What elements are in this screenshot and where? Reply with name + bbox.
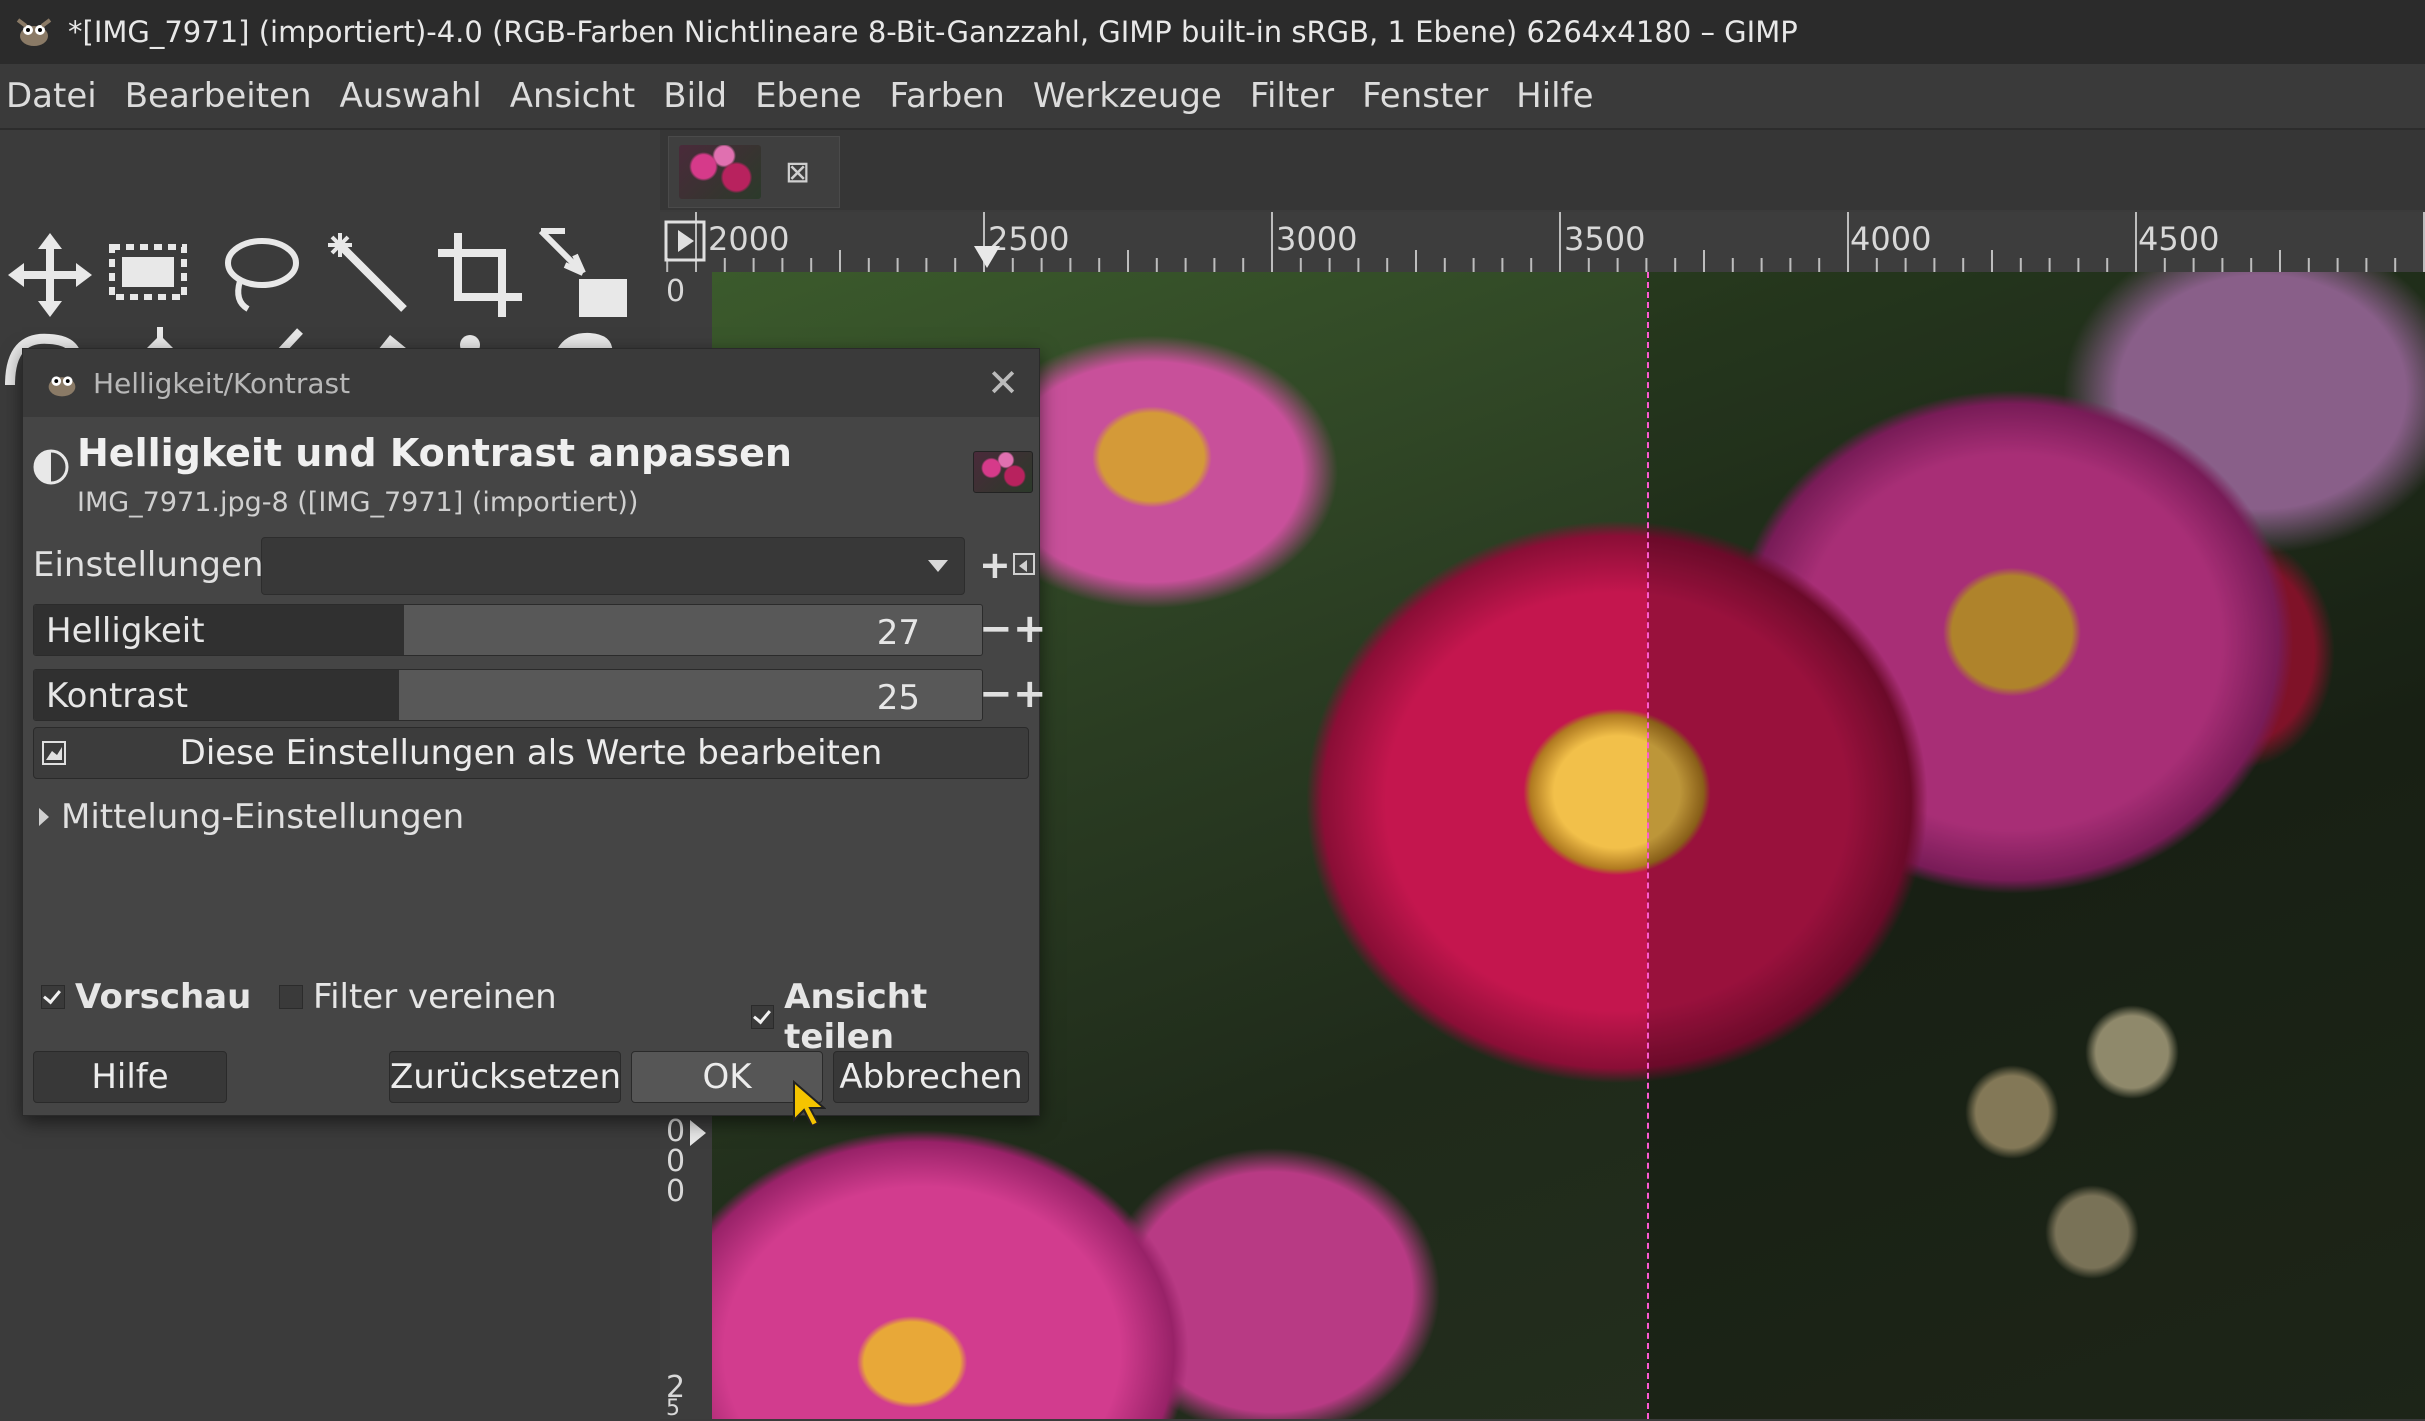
slider-value: 25 — [876, 678, 920, 718]
checkbox-unchecked-icon — [279, 985, 303, 1009]
ruler-label: 3000 — [1276, 220, 1358, 258]
slider-label: Helligkeit — [46, 611, 205, 651]
minus-icon[interactable]: − — [979, 672, 1013, 716]
image-tab-strip: ⊠ — [660, 130, 2425, 210]
add-preset-icon[interactable]: + — [979, 543, 1011, 587]
split-view-guide[interactable] — [1647, 272, 1649, 1419]
menu-fenster[interactable]: Fenster — [1348, 64, 1502, 128]
image-thumbnail — [679, 145, 761, 199]
quick-mask-toggle[interactable] — [662, 216, 708, 266]
chevron-right-icon — [39, 808, 49, 826]
slider-label: Kontrast — [46, 676, 189, 716]
split-view-label: Ansicht teilen — [784, 977, 928, 1057]
ruler-label: 4500 — [2138, 220, 2220, 258]
preview-checkbox[interactable]: Vorschau — [41, 977, 251, 1017]
ruler-label: 5 — [666, 1396, 680, 1421]
checkbox-checked-icon — [41, 985, 65, 1009]
preview-label: Vorschau — [75, 977, 252, 1017]
ruler-label: 0 — [666, 1174, 686, 1209]
menu-farben[interactable]: Farben — [876, 64, 1019, 128]
slider-value: 27 — [876, 613, 920, 653]
merge-filter-label: Filter vereinen — [313, 977, 557, 1017]
blending-options-expander[interactable]: Mittelung-Einstellungen — [39, 797, 464, 837]
gimp-icon — [12, 10, 56, 54]
close-tab-icon[interactable]: ⊠ — [785, 155, 810, 190]
minus-icon[interactable]: − — [979, 607, 1013, 651]
split-view-checkbox[interactable]: Ansicht teilen — [751, 977, 1039, 1057]
dialog-titlebar[interactable]: Helligkeit/Kontrast ✕ — [23, 349, 1039, 417]
crop-tool-icon[interactable] — [430, 225, 530, 325]
menu-bild[interactable]: Bild — [649, 64, 741, 128]
lasso-tool-icon[interactable] — [210, 225, 310, 325]
gimp-icon — [48, 376, 76, 397]
plus-icon[interactable]: + — [1013, 607, 1047, 651]
manage-presets-icon[interactable] — [1013, 553, 1035, 575]
close-icon[interactable]: ✕ — [987, 361, 1019, 405]
dialog-heading: Helligkeit und Kontrast anpassen — [77, 431, 792, 475]
ruler-label: 2000 — [708, 220, 790, 258]
menu-ansicht[interactable]: Ansicht — [496, 64, 650, 128]
ruler-pointer-icon — [974, 246, 1000, 268]
brightness-contrast-icon — [33, 449, 69, 485]
contrast-slider[interactable]: Kontrast 25 — [33, 669, 983, 721]
menu-ebene[interactable]: Ebene — [741, 64, 875, 128]
settings-label: Einstellungen: — [33, 545, 275, 585]
merge-filter-checkbox[interactable]: Filter vereinen — [279, 977, 557, 1017]
ruler-label: 0 — [666, 274, 686, 309]
ruler-pointer-icon — [690, 1120, 706, 1146]
mouse-cursor-icon — [793, 1080, 826, 1128]
window-titlebar: *[IMG_7971] (importiert)-4.0 (RGB-Farben… — [0, 0, 2425, 64]
reset-button[interactable]: Zurücksetzen — [389, 1051, 621, 1103]
dialog-subheading: IMG_7971.jpg-8 ([IMG_7971] (importiert)) — [77, 487, 639, 518]
ruler-label: 4000 — [1850, 220, 1932, 258]
settings-preset-combo[interactable] — [261, 537, 965, 595]
brightness-contrast-dialog: Helligkeit/Kontrast ✕ Helligkeit und Kon… — [22, 348, 1047, 1116]
edit-as-values-button[interactable]: Diese Einstellungen als Werte bearbeiten — [33, 727, 1029, 779]
menubar: Datei Bearbeiten Auswahl Ansicht Bild Eb… — [0, 64, 2425, 130]
transform-tool-icon[interactable] — [535, 225, 635, 325]
menu-bearbeiten[interactable]: Bearbeiten — [111, 64, 326, 128]
menu-filter[interactable]: Filter — [1236, 64, 1348, 128]
menu-hilfe[interactable]: Hilfe — [1502, 64, 1607, 128]
ruler-label: 3500 — [1564, 220, 1646, 258]
fuzzy-select-tool-icon[interactable] — [320, 225, 420, 325]
brightness-slider[interactable]: Helligkeit 27 — [33, 604, 983, 656]
menu-datei[interactable]: Datei — [0, 64, 111, 128]
help-button[interactable]: Hilfe — [33, 1051, 227, 1103]
split-preview-original-side — [1647, 272, 2425, 1419]
menu-werkzeuge[interactable]: Werkzeuge — [1019, 64, 1236, 128]
image-thumbnail — [973, 451, 1033, 493]
chevron-down-icon — [928, 560, 948, 572]
ruler-horizontal[interactable]: 2000 2500 3000 3500 4000 4500 — [660, 212, 2425, 273]
checkbox-checked-icon — [751, 1005, 775, 1029]
edit-as-values-label: Diese Einstellungen als Werte bearbeiten — [179, 733, 883, 773]
dialog-title: Helligkeit/Kontrast — [93, 366, 351, 400]
graph-icon — [42, 741, 66, 765]
window-title: *[IMG_7971] (importiert)-4.0 (RGB-Farben… — [68, 15, 1798, 49]
plus-icon[interactable]: + — [1013, 672, 1047, 716]
rect-select-tool-icon[interactable] — [100, 225, 200, 325]
blending-options-label: Mittelung-Einstellungen — [61, 797, 465, 837]
menu-auswahl[interactable]: Auswahl — [326, 64, 496, 128]
cancel-button[interactable]: Abbrechen — [833, 1051, 1029, 1103]
move-tool-icon[interactable] — [0, 225, 100, 325]
image-tab[interactable]: ⊠ — [668, 136, 840, 208]
